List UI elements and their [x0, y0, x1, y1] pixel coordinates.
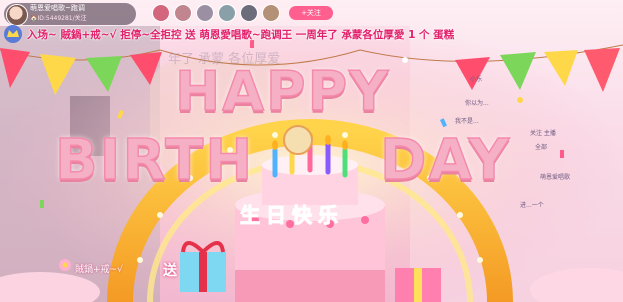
- viewer-avatar[interactable]: [262, 4, 280, 22]
- viewer-avatar[interactable]: [218, 4, 236, 22]
- follow-button[interactable]: +关注: [289, 6, 333, 20]
- viewer-avatar[interactable]: [240, 4, 258, 22]
- gift-announcement-marquee: 入场~ 賊鍋+戒~√ 拒停~全拒控 送 萌恩愛唱歌~跑调王 一周年了 承蒙各位厚…: [27, 29, 455, 41]
- gift-box-right: [395, 268, 441, 302]
- chat-message: 我不是...: [455, 118, 479, 125]
- crown-icon: [4, 25, 22, 43]
- host-avatar[interactable]: [6, 4, 28, 26]
- headline-birth: BIRTH: [54, 127, 255, 194]
- gift-sender-name: 賊鍋+戒~√: [75, 265, 123, 275]
- chat-message: 全部: [535, 144, 548, 151]
- gift-verb: 送: [163, 263, 177, 279]
- chat-message: 小乐: [470, 76, 483, 83]
- chat-message: 你以为...: [465, 100, 489, 107]
- viewer-avatar[interactable]: [196, 4, 214, 22]
- cake-greeting: 生日快乐: [240, 203, 344, 228]
- chat-message: 萌恩爱唱歌: [540, 174, 571, 181]
- chat-message: 进...一个: [520, 202, 544, 209]
- host-name: 萌恩爱唱歌~跑调: [30, 4, 85, 12]
- flower-icon: [59, 259, 71, 271]
- chat-message: 关注 主播: [530, 130, 556, 137]
- viewer-avatar[interactable]: [152, 4, 170, 22]
- host-id: 🏠ID:5449281/关注: [30, 15, 87, 22]
- headline-day: DAY: [379, 127, 512, 194]
- viewer-avatar[interactable]: [174, 4, 192, 22]
- headline-happy: HAPPY: [174, 59, 391, 124]
